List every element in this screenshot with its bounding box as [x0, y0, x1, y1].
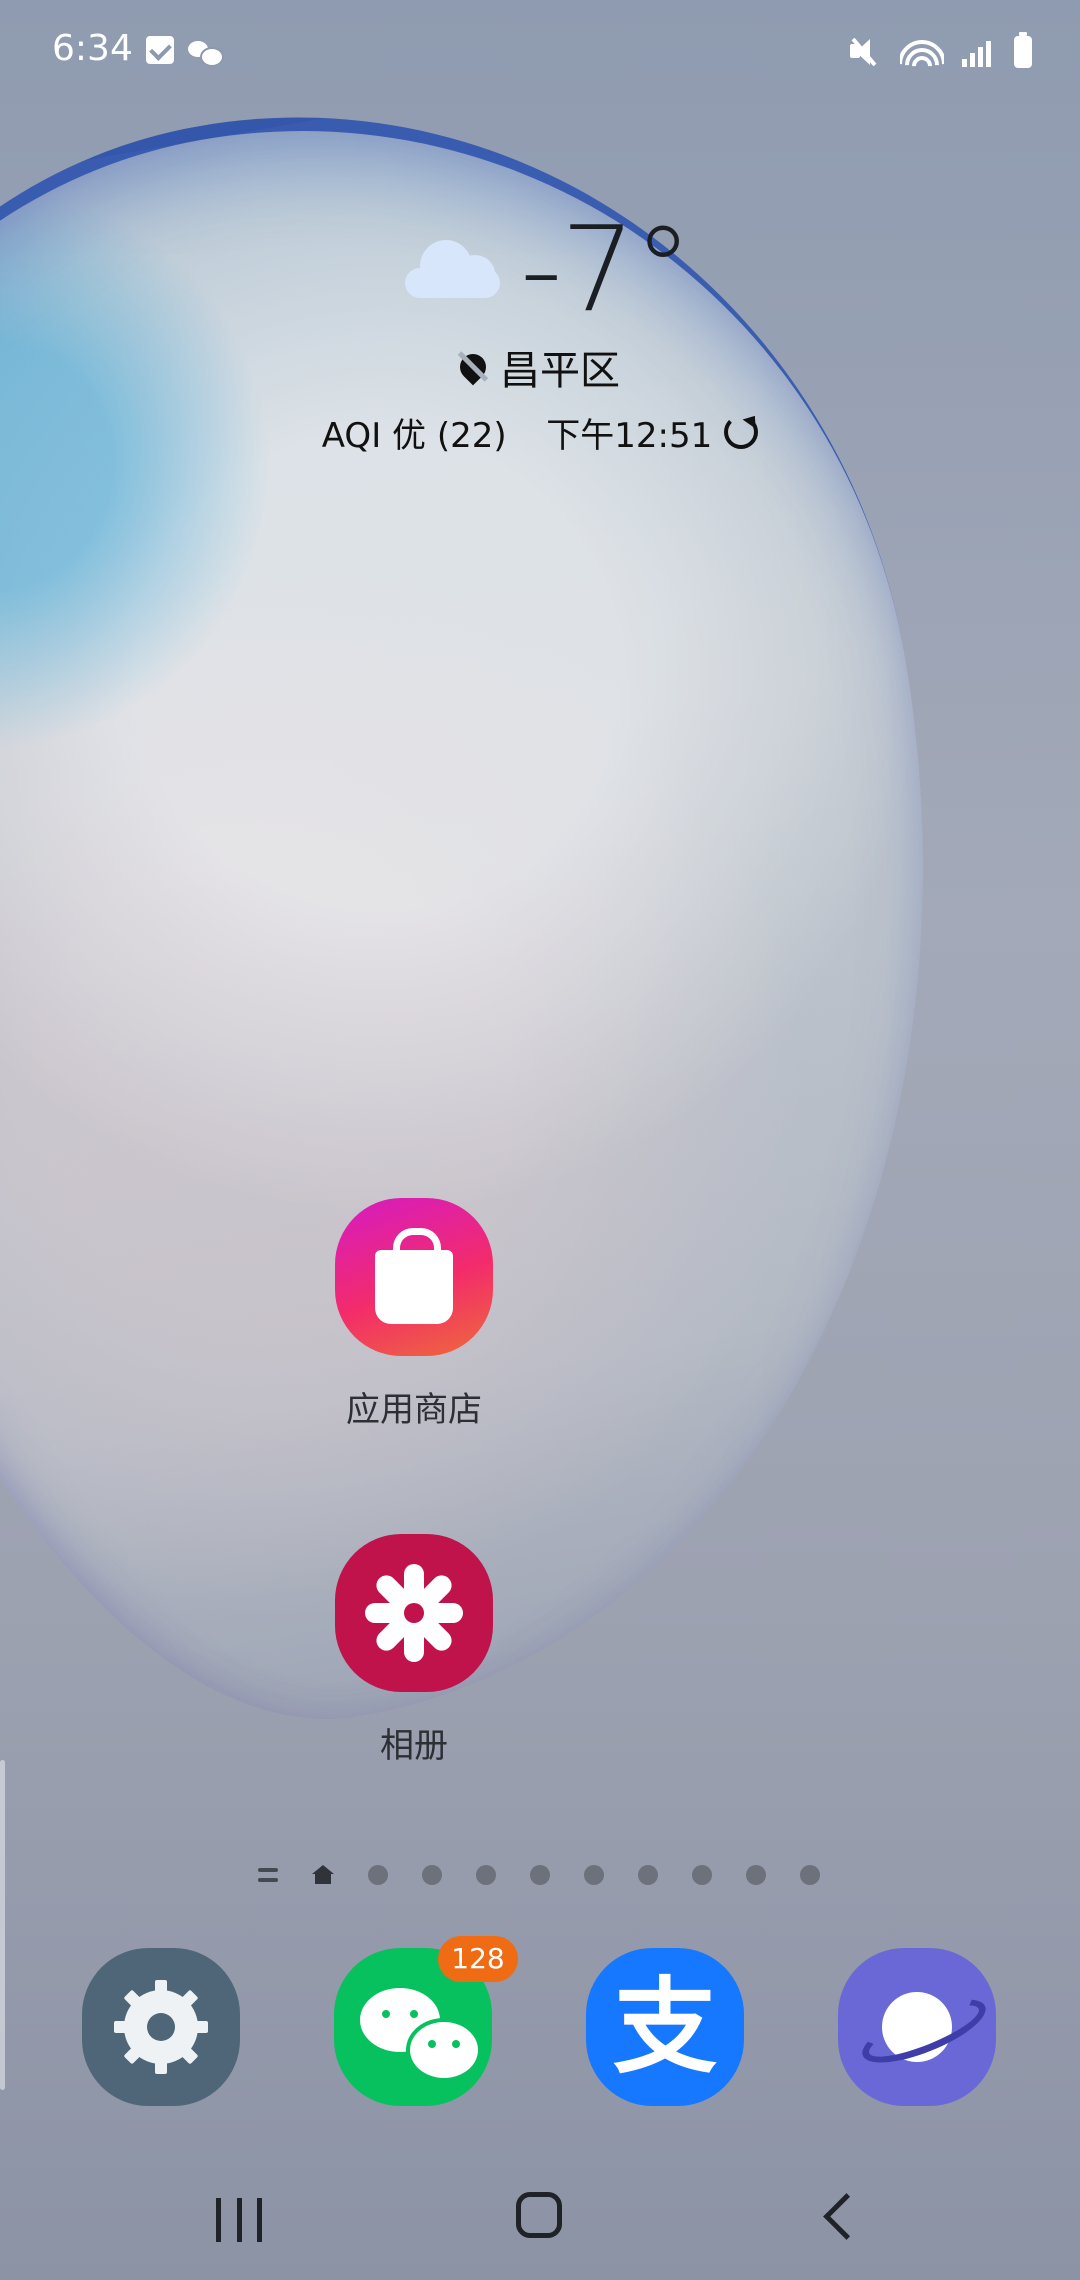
navigation-bar: [0, 2160, 1080, 2280]
alipay-app[interactable]: 支: [586, 1948, 744, 2106]
cloud-icon: [405, 240, 500, 300]
app-store-shortcut[interactable]: 应用商店: [300, 1198, 528, 1431]
alipay-icon: 支: [612, 1966, 717, 2088]
signal-icon: [962, 37, 996, 67]
temperature: -7°: [520, 200, 693, 338]
aqi-value: AQI 优 (22): [321, 416, 507, 456]
status-time: 6:34: [52, 28, 133, 69]
page-dot[interactable]: [800, 1865, 820, 1885]
shopping-bag-icon: [335, 1198, 493, 1356]
page-dot[interactable]: [584, 1865, 604, 1885]
recents-button[interactable]: [216, 2198, 262, 2242]
notification-badge: 128: [438, 1936, 518, 1982]
settings-app[interactable]: [82, 1948, 240, 2106]
app-label: 相册: [380, 1726, 448, 1766]
page-menu-icon[interactable]: [258, 1868, 278, 1882]
location-row: 昌平区: [0, 338, 1080, 396]
page-dot[interactable]: [746, 1865, 766, 1885]
wechat-app[interactable]: 128: [334, 1936, 518, 2106]
app-label: 应用商店: [346, 1390, 482, 1430]
updated-time: 下午12:51: [546, 416, 713, 456]
page-dot[interactable]: [692, 1865, 712, 1885]
gallery-shortcut[interactable]: 相册: [300, 1534, 528, 1767]
location-name: 昌平区: [500, 348, 620, 394]
weather-widget[interactable]: -7° 昌平区 AQI 优 (22) 下午12:51: [0, 210, 1080, 470]
status-indicators: [846, 32, 1032, 70]
battery-icon: [1014, 32, 1032, 68]
page-dot[interactable]: [638, 1865, 658, 1885]
back-button[interactable]: [823, 2193, 870, 2240]
refresh-icon[interactable]: [724, 415, 759, 449]
page-dot[interactable]: [368, 1865, 388, 1885]
home-page-icon[interactable]: [312, 1865, 334, 1885]
page-indicator[interactable]: [258, 1860, 820, 1890]
flower-icon: [335, 1534, 493, 1692]
page-dot[interactable]: [422, 1865, 442, 1885]
location-off-icon: [454, 348, 492, 388]
page-dot[interactable]: [476, 1865, 496, 1885]
wifi-icon: [900, 36, 944, 68]
browser-app[interactable]: [838, 1948, 996, 2106]
status-bar: 6:34: [0, 0, 1080, 110]
home-button[interactable]: [516, 2192, 562, 2238]
mute-icon: [846, 37, 882, 67]
check-notification-icon: [146, 36, 174, 64]
page-dot[interactable]: [530, 1865, 550, 1885]
dock: 128 支: [0, 1936, 1080, 2108]
wechat-notification-icon: [188, 37, 224, 67]
aqi-row: AQI 优 (22) 下午12:51: [0, 408, 1080, 457]
gear-icon: [114, 1980, 208, 2074]
